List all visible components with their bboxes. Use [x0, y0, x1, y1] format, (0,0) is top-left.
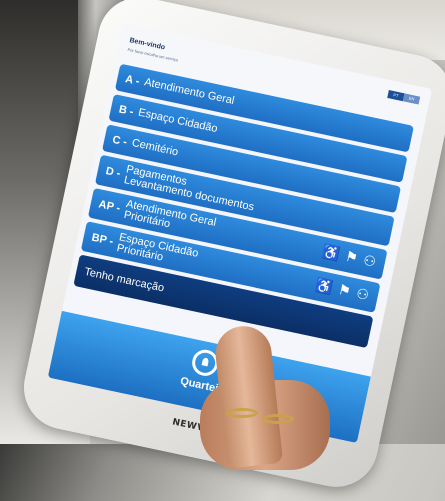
service-code: D -	[104, 165, 122, 180]
language-option-en[interactable]: EN	[402, 93, 421, 105]
language-option-pt[interactable]: PT	[387, 90, 405, 102]
service-code: A -	[124, 72, 141, 88]
language-toggle[interactable]: PT EN	[387, 90, 421, 105]
ring	[226, 408, 258, 418]
appointment-label: Tenho marcação	[83, 265, 166, 295]
service-label: Cemitério	[130, 136, 180, 159]
service-code: AP -	[97, 198, 122, 215]
priority-icon: ♿ ⚑ ⚇	[313, 276, 372, 304]
service-code: B -	[117, 102, 135, 118]
service-code: BP -	[90, 231, 115, 248]
ring	[262, 414, 294, 424]
service-label: Espaço Cidadão	[137, 106, 219, 136]
priority-icon: ♿ ⚑ ⚇	[321, 242, 379, 271]
service-code: C -	[111, 133, 129, 149]
